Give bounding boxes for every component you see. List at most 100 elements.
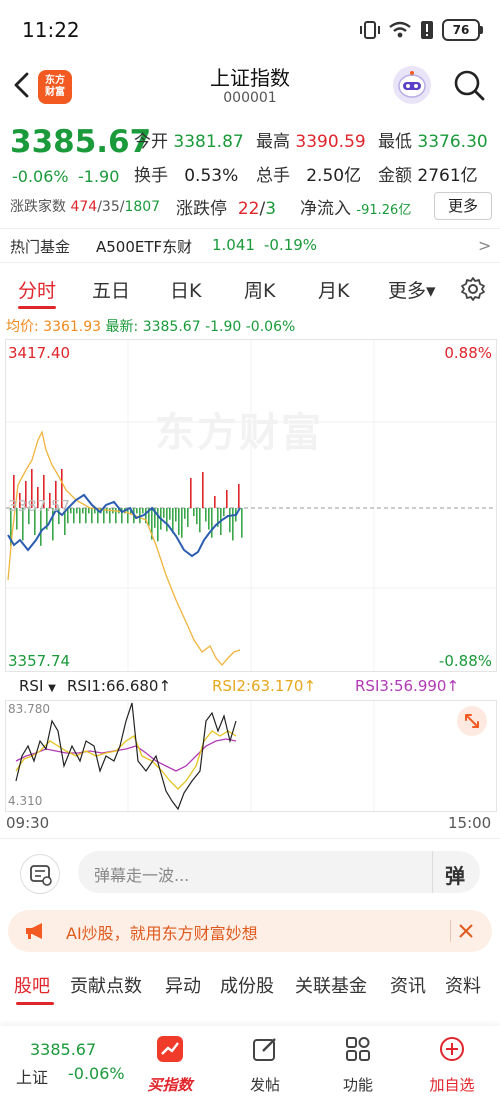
tab-constituents[interactable]: 成份股 — [220, 972, 274, 998]
tab-monthly-k[interactable]: 月K — [318, 276, 349, 303]
tab-news[interactable]: 资讯 — [390, 972, 426, 998]
volume-bar — [169, 508, 171, 520]
time-start-label: 09:30 — [6, 814, 50, 832]
divider — [0, 262, 500, 263]
tab-daily-k[interactable]: 日K — [170, 276, 201, 303]
volume-bar — [82, 508, 84, 514]
volume-bar — [208, 508, 210, 530]
volume-bar — [193, 508, 195, 517]
volume-bar — [187, 508, 189, 527]
high-stat: 最高 3390.59 — [256, 132, 366, 152]
rsi3-value: RSI3:56.990↑ — [355, 677, 460, 695]
buy-index-button[interactable]: 买指数 — [130, 1032, 210, 1094]
danmu-toggle-button[interactable]: 弹 — [432, 851, 481, 893]
rsi-chart[interactable] — [5, 700, 497, 812]
search-icon[interactable] — [452, 68, 486, 102]
volume-bar — [202, 472, 204, 508]
rsi-bottom-label: 4.310 — [8, 794, 43, 808]
average-price-line — [7, 430, 241, 666]
current-price: 3385.67 — [10, 124, 152, 160]
active-tab-indicator — [18, 306, 56, 309]
volume-bar — [175, 508, 177, 522]
rsi-header: RSI ▼ RSI1:66.680↑ RSI2:63.170↑ RSI3:56.… — [5, 675, 495, 699]
price-change: -1.90 — [78, 167, 120, 186]
volume-bar — [166, 508, 168, 532]
volume-bar — [199, 508, 201, 533]
rsi-top-label: 83.780 — [8, 702, 50, 716]
open-stat: 今开 3381.87 — [134, 132, 244, 152]
header: 东方 财富 上证指数 000001 — [0, 58, 500, 116]
comment-settings-icon[interactable] — [20, 854, 60, 894]
nav-name: 上证 — [16, 1068, 49, 1087]
close-icon[interactable] — [458, 923, 474, 939]
inflow-stat: 净流入 -91.26亿 — [300, 199, 412, 219]
volume-bar — [85, 508, 87, 524]
assistant-robot-icon[interactable] — [393, 66, 431, 104]
volume-bar — [91, 508, 93, 524]
volume-bar — [238, 484, 240, 508]
volume-bar — [178, 508, 180, 535]
volume-bar — [229, 508, 231, 533]
plus-circle-icon — [440, 1037, 464, 1061]
volume-bar — [181, 508, 183, 538]
post-button[interactable]: 发帖 — [225, 1032, 305, 1094]
danmu-input[interactable]: 弹幕走一波... — [78, 851, 480, 893]
indicator-selector[interactable]: RSI ▼ — [19, 677, 56, 695]
status-icons: 76 — [360, 18, 483, 42]
gear-icon[interactable] — [460, 276, 486, 302]
status-time: 11:22 — [22, 18, 80, 42]
volume-bar — [88, 508, 90, 514]
vibrate-icon — [360, 21, 380, 39]
breadth-stat: 涨跌家数 474/35/1807 — [10, 199, 161, 215]
tab-contribution[interactable]: 贡献点数 — [70, 972, 142, 998]
sim-alert-icon — [421, 21, 433, 39]
volume-bar — [163, 508, 165, 518]
add-watchlist-button[interactable]: 加自选 — [412, 1032, 492, 1094]
volume-bar — [184, 508, 186, 519]
volume-bar — [232, 508, 234, 541]
pct-axis-top-label: 0.88% — [444, 344, 492, 362]
expand-icon[interactable] — [457, 706, 487, 736]
volume-bar — [70, 508, 72, 514]
volume-bar — [211, 508, 213, 538]
rsi2-value: RSI2:63.170↑ — [212, 677, 317, 695]
time-end-label: 15:00 — [448, 814, 492, 832]
volume-bar — [76, 508, 78, 514]
volume-bar — [142, 508, 144, 514]
tab-intraday[interactable]: 分时 — [18, 276, 56, 303]
ai-banner[interactable]: AI炒股，就用东方财富妙想 — [8, 910, 492, 952]
volume-bar — [79, 508, 81, 524]
grid-icon — [346, 1037, 370, 1061]
volume-bar — [196, 508, 198, 525]
tab-movement[interactable]: 异动 — [165, 972, 201, 998]
tab-profile[interactable]: 资料 — [445, 972, 481, 998]
nav-pct: -0.06% — [68, 1064, 125, 1083]
functions-button[interactable]: 功能 — [318, 1032, 398, 1094]
volume-bar — [205, 508, 207, 522]
volume-bar — [190, 478, 192, 508]
y-axis-top-label: 3417.40 — [8, 344, 71, 362]
tab-more[interactable]: 更多▾ — [388, 276, 436, 303]
y-axis-mid-label: 3387.57 — [8, 497, 71, 515]
intraday-chart[interactable] — [5, 339, 497, 672]
divider — [450, 920, 451, 942]
status-bar: 11:22 76 — [0, 0, 500, 58]
volume-bar — [241, 508, 243, 538]
amount-stat: 金额 2761亿 — [378, 166, 478, 186]
hot-fund-row[interactable]: 热门基金 A500ETF东财 1.041 -0.19% > — [0, 228, 500, 262]
low-stat: 最低 3376.30 — [378, 132, 488, 152]
rsi1-value: RSI1:66.680↑ — [67, 677, 172, 695]
chart-tabs: 分时 五日 日K 周K 月K 更多▾ — [0, 266, 500, 312]
edit-icon — [253, 1038, 276, 1061]
tab-related-funds[interactable]: 关联基金 — [295, 972, 367, 998]
tab-weekly-k[interactable]: 周K — [244, 276, 275, 303]
more-stats-button[interactable]: 更多 — [434, 192, 492, 220]
turnover-stat: 换手 0.53% — [134, 166, 239, 186]
tab-forum[interactable]: 股吧 — [14, 972, 50, 998]
tab-five-day[interactable]: 五日 — [92, 276, 130, 303]
danmu-placeholder: 弹幕走一波... — [94, 866, 190, 885]
rsi1-line — [15, 702, 237, 811]
wifi-icon — [389, 21, 411, 38]
limit-stat: 涨跌停 22/3 — [176, 199, 277, 219]
volume-bar — [136, 508, 138, 514]
